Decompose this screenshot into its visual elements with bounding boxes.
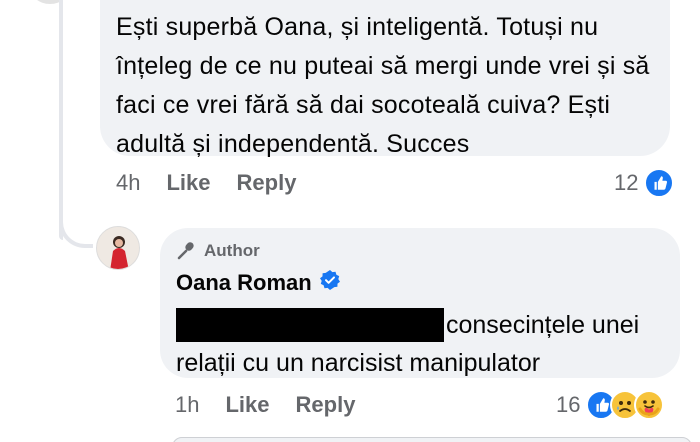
reply-text: consecințele unei <box>446 310 640 339</box>
comment-timestamp[interactable]: 4h <box>116 170 140 196</box>
reply-timestamp[interactable]: 1h <box>175 392 199 418</box>
reply-text: relații cu un narcisist manipulator <box>176 349 541 377</box>
reaction-count: 12 <box>614 170 639 195</box>
reply-bubble: Author Oana Roman consecințele unei rela… <box>160 228 680 378</box>
like-icon <box>644 168 675 198</box>
reaction-count: 16 <box>556 392 581 417</box>
comment-thread: Ești superbă Oana, și inteligentă. Totuș… <box>0 0 700 442</box>
verified-badge-icon <box>319 270 340 296</box>
care-icon <box>634 390 665 420</box>
reply-actions: 1h Like Reply <box>175 392 381 418</box>
author-name-row: Oana Roman <box>176 270 680 296</box>
reply-text-line: consecințele unei <box>176 306 680 344</box>
reply-button[interactable]: Reply <box>296 392 356 418</box>
author-name[interactable]: Oana Roman <box>176 270 312 296</box>
like-button[interactable]: Like <box>225 392 269 418</box>
author-avatar[interactable] <box>96 226 140 270</box>
comment-actions: 4h Like Reply <box>116 170 322 196</box>
reaction-summary[interactable]: 16 <box>556 390 665 420</box>
reply-button[interactable]: Reply <box>237 170 297 196</box>
reply-connector <box>59 200 93 248</box>
next-comment-fragment <box>172 437 692 442</box>
redaction-box <box>176 308 444 342</box>
microphone-icon <box>177 242 194 260</box>
like-button[interactable]: Like <box>166 170 210 196</box>
reaction-summary[interactable]: 12 <box>614 168 675 198</box>
comment-text: Ești superbă Oana, și inteligentă. Totuș… <box>116 13 650 158</box>
author-badge-label: Author <box>204 241 260 260</box>
avatar[interactable] <box>30 0 70 4</box>
author-badge: Author <box>176 238 680 264</box>
comment-bubble: Ești superbă Oana, și inteligentă. Totuș… <box>100 0 670 158</box>
